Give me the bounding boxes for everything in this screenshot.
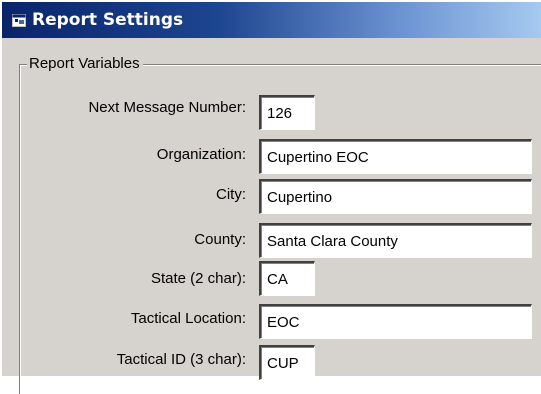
state-label: State (2 char): — [150, 270, 246, 287]
report-settings-window: Report Settings Report Variables Next Me… — [0, 0, 541, 394]
tactical-id-field[interactable] — [259, 345, 315, 380]
group-legend: Report Variables — [27, 54, 143, 74]
state-field[interactable] — [259, 261, 315, 296]
next-message-number-label: Next Message Number: — [88, 99, 246, 116]
city-label: City: — [216, 186, 246, 203]
tactical-id-label: Tactical ID (3 char): — [116, 351, 246, 368]
next-message-number-field[interactable] — [259, 95, 315, 130]
title-bar[interactable]: Report Settings — [2, 2, 541, 38]
county-field[interactable] — [259, 223, 532, 258]
report-settings-icon — [12, 13, 26, 27]
tactical-location-field[interactable] — [259, 304, 532, 339]
county-label: County: — [194, 231, 246, 248]
organization-field[interactable] — [259, 139, 532, 174]
tactical-location-label: Tactical Location: — [130, 310, 246, 327]
window-title: Report Settings — [32, 10, 184, 30]
organization-label: Organization: — [156, 146, 246, 163]
city-field[interactable] — [259, 179, 532, 214]
